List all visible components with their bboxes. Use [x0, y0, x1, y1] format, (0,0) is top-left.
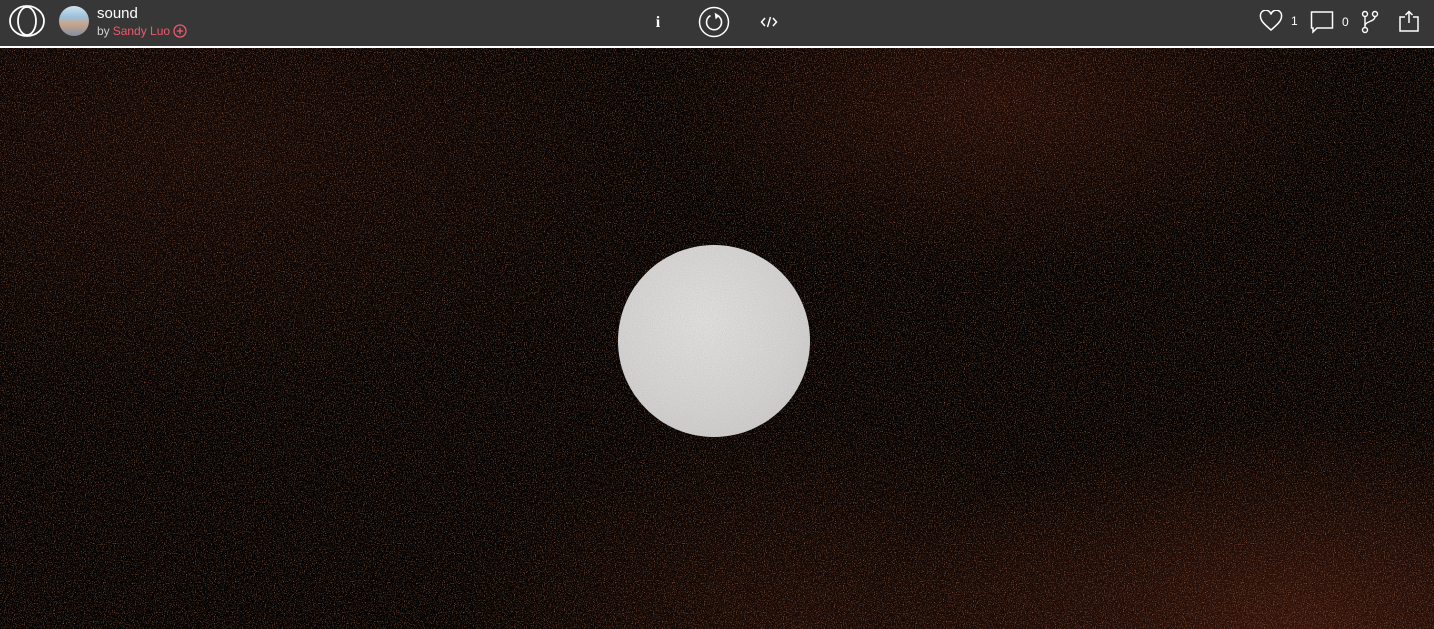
comments-button[interactable]: 0 [1310, 10, 1349, 34]
orb-texture [618, 245, 810, 437]
fork-icon[interactable] [1361, 10, 1379, 34]
byline: by Sandy Luo [97, 24, 187, 38]
like-button[interactable]: 1 [1259, 10, 1298, 32]
plus-circle-icon[interactable] [173, 24, 187, 38]
sound-orb[interactable] [618, 245, 810, 437]
openprocessing-logo-icon[interactable] [9, 5, 45, 37]
author-link[interactable]: Sandy Luo [113, 24, 170, 38]
comments-count: 0 [1342, 15, 1349, 29]
restart-icon [698, 6, 730, 38]
top-bar: sound by Sandy Luo i 1 0 [0, 0, 1434, 48]
author-avatar[interactable] [59, 6, 89, 36]
by-prefix: by [97, 24, 110, 38]
heart-icon [1259, 10, 1283, 31]
likes-count: 1 [1291, 14, 1298, 28]
sketch-title: sound [97, 5, 138, 22]
info-icon: i [655, 14, 661, 31]
comment-icon [1310, 11, 1334, 34]
info-button[interactable]: i [650, 12, 666, 34]
code-button[interactable] [759, 12, 779, 32]
sketch-canvas[interactable] [0, 48, 1434, 629]
code-icon [760, 16, 778, 28]
share-icon[interactable] [1398, 10, 1420, 32]
restart-button[interactable] [698, 6, 730, 38]
